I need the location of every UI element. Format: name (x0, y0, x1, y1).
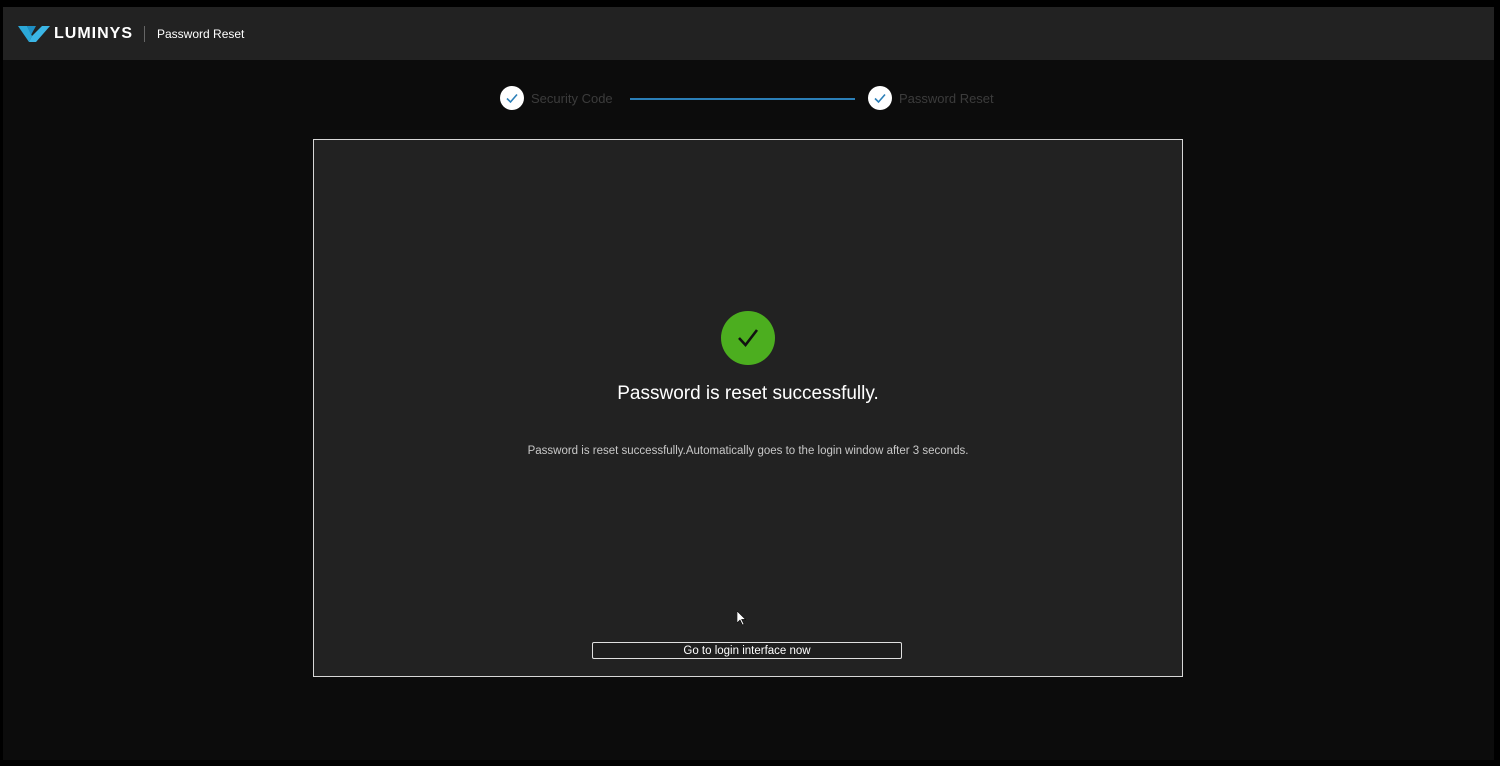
logo-text: LUMINYS (54, 24, 133, 42)
go-to-login-button[interactable]: Go to login interface now (592, 642, 902, 659)
success-title: Password is reset successfully. (617, 383, 879, 404)
step-2-check-icon (868, 86, 892, 110)
step-1-label: Security Code (531, 91, 613, 106)
step-2-label: Password Reset (899, 91, 994, 106)
app-window: LUMINYS Password Reset Security Code Pas… (3, 7, 1494, 760)
header-divider (144, 25, 145, 42)
logo: LUMINYS (18, 24, 133, 44)
page-title: Password Reset (157, 26, 245, 41)
progress-stepper: Security Code Password Reset (3, 86, 1494, 112)
mouse-cursor-icon (737, 611, 747, 626)
step-1-check-icon (500, 86, 524, 110)
step-connector (630, 98, 855, 100)
header-bar: LUMINYS Password Reset (3, 7, 1494, 60)
success-message: Password is reset successfully.Automatic… (527, 445, 969, 457)
luminys-logo-icon (18, 25, 50, 42)
result-card: Password is reset successfully. Password… (313, 139, 1183, 677)
check-circle-icon (721, 311, 775, 365)
